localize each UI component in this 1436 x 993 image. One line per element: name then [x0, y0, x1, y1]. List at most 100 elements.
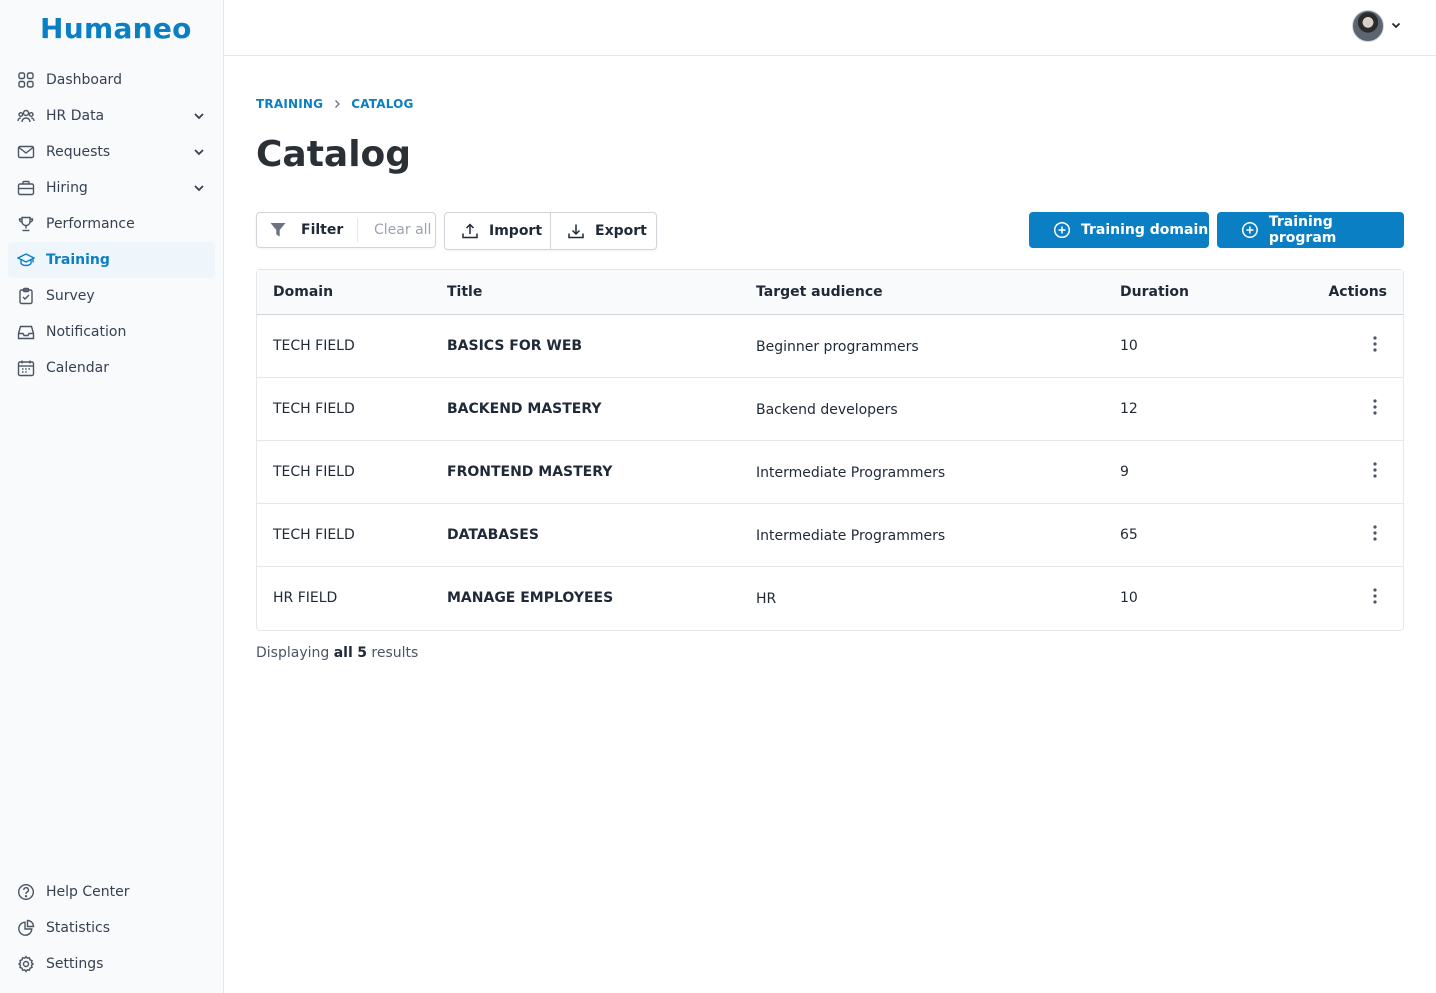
sidebar-item-label: Requests	[46, 144, 111, 160]
clear-all-button[interactable]: Clear all	[358, 213, 431, 247]
cell-title[interactable]: DATABASES	[447, 527, 539, 543]
sidebar-item-label: Notification	[46, 324, 127, 340]
grid-icon	[18, 72, 34, 88]
sidebar-item-label: Statistics	[46, 920, 110, 936]
inbox-icon	[17, 325, 35, 340]
breadcrumb: TRAINING CATALOG	[256, 97, 414, 111]
topbar	[224, 0, 1436, 56]
cell-target-audience: Intermediate Programmers	[756, 528, 946, 544]
cell-title[interactable]: MANAGE EMPLOYEES	[447, 590, 613, 606]
sidebar-item-dashboard[interactable]: Dashboard	[8, 62, 215, 98]
chevron-down-icon[interactable]	[192, 145, 206, 159]
add-training-domain-button[interactable]: Training domain	[1029, 212, 1209, 248]
column-header-target-audience[interactable]: Target audience	[756, 284, 883, 300]
more-vertical-icon[interactable]	[1367, 398, 1383, 416]
gear-icon	[17, 955, 35, 973]
users-icon	[17, 109, 35, 123]
sidebar-item-help-center[interactable]: Help Center	[8, 874, 215, 910]
cell-duration: 9	[1120, 464, 1129, 480]
cell-domain: TECH FIELD	[273, 527, 355, 543]
import-label: Import	[489, 223, 543, 239]
more-vertical-icon[interactable]	[1367, 461, 1383, 479]
plus-circle-icon	[1053, 221, 1071, 239]
sidebar-item-notification[interactable]: Notification	[8, 314, 215, 350]
more-vertical-icon[interactable]	[1367, 335, 1383, 353]
cell-domain: HR FIELD	[273, 590, 338, 606]
sidebar-item-label: Performance	[46, 216, 135, 232]
trophy-icon	[18, 216, 34, 232]
results-number: 5	[357, 645, 367, 661]
more-vertical-icon[interactable]	[1367, 587, 1383, 605]
column-header-domain[interactable]: Domain	[273, 284, 333, 300]
sidebar-item-label: Hiring	[46, 180, 88, 196]
cell-duration: 12	[1120, 401, 1138, 417]
results-count: Displaying all 5 results	[256, 645, 418, 661]
table-header: Domain Title Target audience Duration Ac…	[257, 270, 1403, 315]
pie-chart-icon	[18, 919, 35, 936]
breadcrumb-parent-link[interactable]: TRAINING	[256, 97, 323, 111]
import-export-group: Import Export	[444, 212, 657, 250]
sidebar-item-requests[interactable]: Requests	[8, 134, 215, 170]
table-row[interactable]: TECH FIELD BASICS FOR WEB Beginner progr…	[257, 315, 1403, 378]
sidebar-item-hiring[interactable]: Hiring	[8, 170, 215, 206]
table-row[interactable]: TECH FIELD FRONTEND MASTERY Intermediate…	[257, 441, 1403, 504]
app-logo[interactable]: Humaneo	[40, 12, 192, 45]
more-vertical-icon[interactable]	[1367, 524, 1383, 542]
sidebar-item-statistics[interactable]: Statistics	[8, 910, 215, 946]
cell-title[interactable]: BACKEND MASTERY	[447, 401, 602, 417]
sidebar-item-label: Calendar	[46, 360, 109, 376]
graduation-cap-icon	[17, 253, 35, 267]
chevron-down-icon[interactable]	[192, 109, 206, 123]
filter-label: Filter	[301, 222, 344, 238]
cell-domain: TECH FIELD	[273, 464, 355, 480]
cell-target-audience: HR	[756, 591, 777, 607]
sidebar-bottom-nav: Help Center Statistics Settings	[8, 874, 215, 982]
cell-title[interactable]: BASICS FOR WEB	[447, 338, 582, 354]
filter-button[interactable]: Filter	[257, 218, 358, 242]
clipboard-icon	[19, 287, 33, 305]
cell-title[interactable]: FRONTEND MASTERY	[447, 464, 612, 480]
app-root: Humaneo Dashboard HR Data Requests Hirin…	[0, 0, 1436, 993]
sidebar-item-calendar[interactable]: Calendar	[8, 350, 215, 386]
sidebar-item-performance[interactable]: Performance	[8, 206, 215, 242]
cell-domain: TECH FIELD	[273, 338, 355, 354]
plus-circle-icon	[1241, 222, 1258, 238]
cell-domain: TECH FIELD	[273, 401, 355, 417]
sidebar-item-label: Training	[46, 252, 110, 268]
chevron-down-icon[interactable]	[1390, 19, 1402, 31]
column-header-title[interactable]: Title	[447, 284, 482, 300]
chevron-down-icon[interactable]	[192, 181, 206, 195]
mail-icon	[17, 145, 35, 159]
breadcrumb-current: CATALOG	[351, 97, 414, 111]
add-training-program-button[interactable]: Training program	[1217, 212, 1404, 248]
import-button[interactable]: Import	[445, 213, 551, 249]
filter-button-group: Filter Clear all	[256, 212, 436, 248]
column-header-duration[interactable]: Duration	[1120, 284, 1189, 300]
sidebar-item-hr-data[interactable]: HR Data	[8, 98, 215, 134]
cell-target-audience: Beginner programmers	[756, 339, 919, 355]
sidebar-item-label: HR Data	[46, 108, 105, 124]
download-icon	[568, 224, 584, 239]
sidebar-item-settings[interactable]: Settings	[8, 946, 215, 982]
table-row[interactable]: HR FIELD MANAGE EMPLOYEES HR 10	[257, 567, 1403, 630]
sidebar-item-label: Help Center	[46, 884, 130, 900]
sidebar-item-survey[interactable]: Survey	[8, 278, 215, 314]
calendar-icon	[17, 360, 35, 377]
add-training-domain-label: Training domain	[1081, 222, 1209, 238]
sidebar-nav: Dashboard HR Data Requests Hiring Perfor…	[8, 62, 215, 386]
results-prefix: Displaying	[256, 645, 330, 661]
export-label: Export	[595, 223, 647, 239]
page-title: Catalog	[256, 134, 412, 175]
cell-target-audience: Backend developers	[756, 402, 898, 418]
export-button[interactable]: Export	[551, 213, 647, 249]
cell-duration: 10	[1120, 338, 1138, 354]
sidebar-item-training[interactable]: Training	[8, 242, 215, 278]
avatar[interactable]	[1352, 10, 1384, 42]
upload-icon	[462, 223, 478, 239]
add-training-program-label: Training program	[1268, 214, 1337, 246]
catalog-table: Domain Title Target audience Duration Ac…	[256, 269, 1404, 631]
results-all: all	[333, 645, 353, 661]
cell-duration: 10	[1120, 590, 1138, 606]
table-row[interactable]: TECH FIELD BACKEND MASTERY Backend devel…	[257, 378, 1403, 441]
table-row[interactable]: TECH FIELD DATABASES Intermediate Progra…	[257, 504, 1403, 567]
